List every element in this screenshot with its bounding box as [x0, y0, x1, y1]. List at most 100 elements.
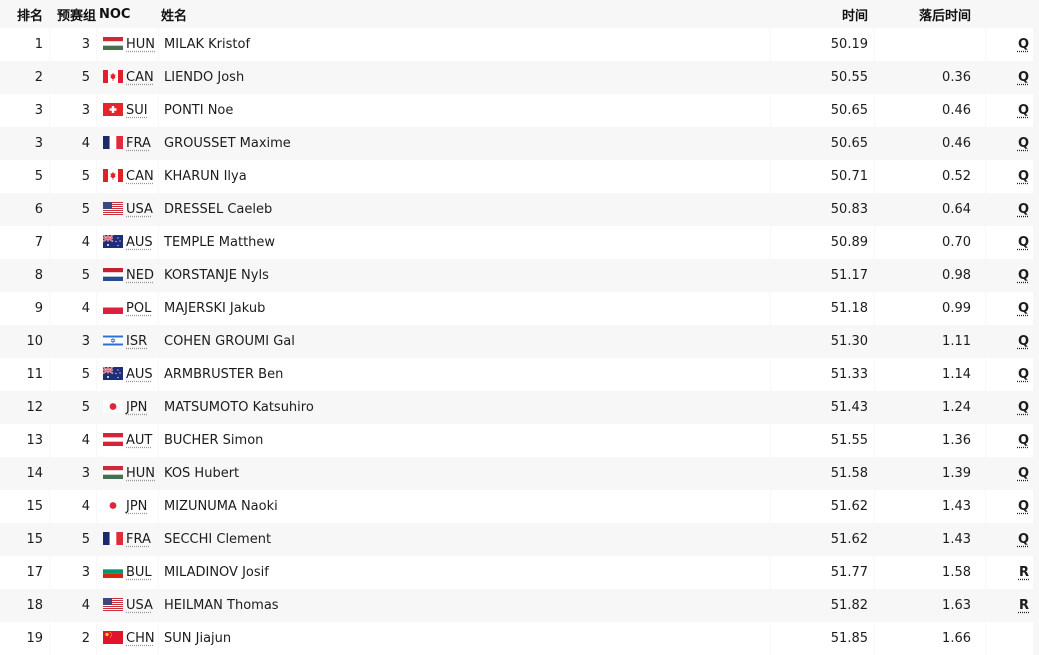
- athlete-name[interactable]: COHEN GROUMI Gal: [159, 325, 770, 358]
- noc-code[interactable]: HUN: [126, 37, 155, 52]
- time-behind-cell: 1.39: [875, 457, 985, 490]
- noc-code[interactable]: BUL: [126, 565, 152, 580]
- time-behind-cell: 1.43: [875, 523, 985, 556]
- table-row[interactable]: 7 4 AUS TEMPLE Matthew 50.89 0.70 Q: [0, 226, 1033, 259]
- rank-cell: 1: [0, 28, 49, 61]
- table-row[interactable]: 10 3 ISR COHEN GROUMI Gal 51.30 1.11 Q: [0, 325, 1033, 358]
- table-row[interactable]: 15 4 JPN MIZUNUMA Naoki 51.62 1.43 Q: [0, 490, 1033, 523]
- noc-code[interactable]: USA: [126, 202, 153, 217]
- table-row[interactable]: 17 3 BUL MILADINOV Josif 51.77 1.58 R: [0, 556, 1033, 589]
- noc-code[interactable]: HUN: [126, 466, 155, 481]
- qualification-badge[interactable]: Q: [1018, 70, 1029, 85]
- table-row[interactable]: 14 3 HUN KOS Hubert 51.58 1.39 Q: [0, 457, 1033, 490]
- qualification-cell: Q: [986, 94, 1033, 127]
- noc-code[interactable]: ISR: [126, 334, 147, 349]
- header-heat[interactable]: 预赛组: [50, 0, 96, 28]
- qualification-cell: [986, 622, 1033, 655]
- header-time[interactable]: 时间: [771, 0, 874, 28]
- qualification-badge[interactable]: Q: [1018, 169, 1029, 184]
- qualification-cell: Q: [986, 193, 1033, 226]
- athlete-name[interactable]: LIENDO Josh: [159, 61, 770, 94]
- qualification-badge[interactable]: Q: [1018, 37, 1029, 52]
- athlete-name[interactable]: MILADINOV Josif: [159, 556, 770, 589]
- qualification-badge[interactable]: Q: [1018, 268, 1029, 283]
- athlete-name[interactable]: BUCHER Simon: [159, 424, 770, 457]
- table-row[interactable]: 8 5 NED KORSTANJE Nyls 51.17 0.98 Q: [0, 259, 1033, 292]
- header-rank[interactable]: 排名: [0, 0, 49, 28]
- athlete-name[interactable]: KHARUN Ilya: [159, 160, 770, 193]
- noc-code[interactable]: CAN: [126, 70, 154, 85]
- qualification-badge[interactable]: Q: [1018, 367, 1029, 382]
- qualification-badge[interactable]: R: [1019, 598, 1029, 613]
- noc-code[interactable]: JPN: [126, 400, 147, 415]
- noc-code[interactable]: FRA: [126, 532, 151, 547]
- athlete-name[interactable]: PONTI Noe: [159, 94, 770, 127]
- rank-cell: 15: [0, 490, 49, 523]
- athlete-name[interactable]: TEMPLE Matthew: [159, 226, 770, 259]
- athlete-name[interactable]: MATSUMOTO Katsuhiro: [159, 391, 770, 424]
- athlete-name[interactable]: SUN Jiajun: [159, 622, 770, 655]
- noc-code[interactable]: CHN: [126, 631, 155, 646]
- noc-cell: CHN: [97, 622, 158, 655]
- table-row[interactable]: 3 4 FRA GROUSSET Maxime 50.65 0.46 Q: [0, 127, 1033, 160]
- athlete-name[interactable]: MIZUNUMA Naoki: [159, 490, 770, 523]
- qualification-badge[interactable]: Q: [1018, 532, 1029, 547]
- time-behind-cell: 0.98: [875, 259, 985, 292]
- qualification-badge[interactable]: Q: [1018, 202, 1029, 217]
- athlete-name[interactable]: DRESSEL Caeleb: [159, 193, 770, 226]
- noc-code[interactable]: USA: [126, 598, 153, 613]
- table-row[interactable]: 5 5 CAN KHARUN Ilya 50.71 0.52 Q: [0, 160, 1033, 193]
- noc-code[interactable]: JPN: [126, 499, 147, 514]
- qualification-badge[interactable]: Q: [1018, 400, 1029, 415]
- table-row[interactable]: 2 5 CAN LIENDO Josh 50.55 0.36 Q: [0, 61, 1033, 94]
- athlete-name[interactable]: GROUSSET Maxime: [159, 127, 770, 160]
- table-row[interactable]: 12 5 JPN MATSUMOTO Katsuhiro 51.43 1.24 Q: [0, 391, 1033, 424]
- noc-code[interactable]: AUT: [126, 433, 152, 448]
- qualification-badge[interactable]: Q: [1018, 136, 1029, 151]
- heat-cell: 5: [50, 358, 96, 391]
- qualification-badge[interactable]: Q: [1018, 499, 1029, 514]
- noc-code[interactable]: FRA: [126, 136, 151, 151]
- table-row[interactable]: 11 5 AUS ARMBRUSTER Ben 51.33 1.14 Q: [0, 358, 1033, 391]
- time-cell: 51.55: [771, 424, 874, 457]
- qualification-badge[interactable]: Q: [1018, 301, 1029, 316]
- heat-cell: 4: [50, 490, 96, 523]
- athlete-name[interactable]: HEILMAN Thomas: [159, 589, 770, 622]
- noc-code[interactable]: AUS: [126, 367, 153, 382]
- noc-code[interactable]: AUS: [126, 235, 153, 250]
- table-row[interactable]: 1 3 HUN MILAK Kristof 50.19 Q: [0, 28, 1033, 61]
- rank-cell: 2: [0, 61, 49, 94]
- table-row[interactable]: 6 5 USA DRESSEL Caeleb 50.83 0.64 Q: [0, 193, 1033, 226]
- header-name[interactable]: 姓名: [159, 0, 770, 28]
- table-row[interactable]: 15 5 FRA SECCHI Clement 51.62 1.43 Q: [0, 523, 1033, 556]
- noc-code[interactable]: CAN: [126, 169, 154, 184]
- qualification-badge[interactable]: Q: [1018, 466, 1029, 481]
- noc-code[interactable]: SUI: [126, 103, 148, 118]
- qualification-badge[interactable]: R: [1019, 565, 1029, 580]
- athlete-name[interactable]: KORSTANJE Nyls: [159, 259, 770, 292]
- table-row[interactable]: 18 4 USA HEILMAN Thomas 51.82 1.63 R: [0, 589, 1033, 622]
- time-behind-cell: 1.14: [875, 358, 985, 391]
- athlete-name[interactable]: SECCHI Clement: [159, 523, 770, 556]
- table-row[interactable]: 9 4 POL MAJERSKI Jakub 51.18 0.99 Q: [0, 292, 1033, 325]
- athlete-name[interactable]: KOS Hubert: [159, 457, 770, 490]
- table-row[interactable]: 3 3 SUI PONTI Noe 50.65 0.46 Q: [0, 94, 1033, 127]
- athlete-name[interactable]: ARMBRUSTER Ben: [159, 358, 770, 391]
- header-noc[interactable]: NOC: [97, 0, 158, 28]
- heat-cell: 3: [50, 457, 96, 490]
- header-behind[interactable]: 落后时间: [875, 0, 985, 28]
- table-row[interactable]: 13 4 AUT BUCHER Simon 51.55 1.36 Q: [0, 424, 1033, 457]
- table-row[interactable]: 19 2 CHN SUN Jiajun 51.85 1.66: [0, 622, 1033, 655]
- time-cell: 51.58: [771, 457, 874, 490]
- noc-code[interactable]: NED: [126, 268, 154, 283]
- qualification-badge[interactable]: Q: [1018, 235, 1029, 250]
- qualification-badge[interactable]: Q: [1018, 103, 1029, 118]
- qualification-badge[interactable]: Q: [1018, 433, 1029, 448]
- athlete-name[interactable]: MILAK Kristof: [159, 28, 770, 61]
- flag-netherlands-icon: [103, 268, 123, 281]
- flag-canada-icon: [103, 169, 123, 182]
- qualification-badge[interactable]: Q: [1018, 334, 1029, 349]
- athlete-name[interactable]: MAJERSKI Jakub: [159, 292, 770, 325]
- noc-code[interactable]: POL: [126, 301, 151, 316]
- time-cell: 50.89: [771, 226, 874, 259]
